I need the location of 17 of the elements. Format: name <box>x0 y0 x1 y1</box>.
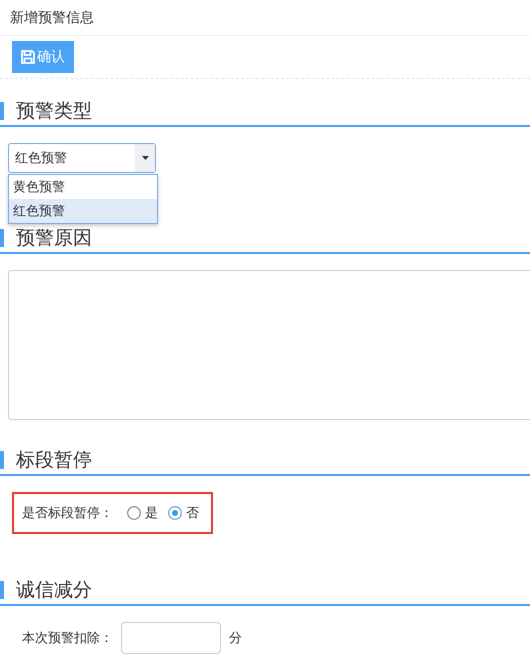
dropdown-option[interactable]: 红色预警 <box>9 199 157 223</box>
section-title: 预警类型 <box>16 100 92 124</box>
section-title: 预警原因 <box>16 227 92 251</box>
deduction-input[interactable] <box>121 622 221 654</box>
save-icon <box>21 50 35 64</box>
reason-textarea[interactable] <box>8 270 530 420</box>
field-label: 是否标段暂停： <box>22 504 113 522</box>
type-select[interactable]: 红色预警 <box>8 143 156 173</box>
caret-icon <box>142 156 148 160</box>
unit-label: 分 <box>229 629 242 647</box>
page-title: 新增预警信息 <box>0 0 530 36</box>
field-label: 本次预警扣除： <box>22 629 113 647</box>
section-title: 标段暂停 <box>16 449 92 473</box>
dropdown-option[interactable]: 黄色预警 <box>9 175 157 199</box>
radio-option[interactable]: 是 <box>127 504 158 522</box>
radio-option[interactable]: 否 <box>168 504 199 522</box>
section-title: 诚信减分 <box>16 579 92 603</box>
